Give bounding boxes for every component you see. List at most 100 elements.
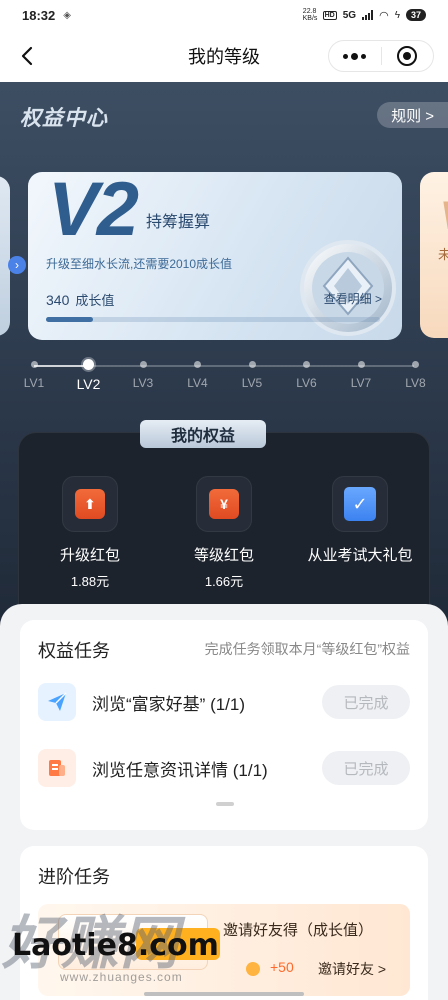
growth-progress-bar	[46, 317, 380, 322]
battery-level: 37	[405, 9, 426, 21]
task-row: 浏览“富家好基” (1/1) 已完成	[38, 682, 410, 722]
invite-friends-link[interactable]: 邀请好友 >	[318, 959, 386, 979]
previous-level-card[interactable]	[0, 176, 10, 336]
level-dot	[248, 361, 256, 368]
network-speed: 22.8 KB/s	[302, 8, 318, 22]
watermark-site: Laotie8.com	[12, 928, 219, 963]
more-dot-icon	[343, 53, 349, 59]
benefit-upgrade-redpacket[interactable]: ⬆ 升级红包 1.88元	[44, 476, 136, 590]
advanced-title: 进阶任务	[38, 867, 110, 887]
benefit-level-redpacket[interactable]: ¥ 等级红包 1.66元	[178, 476, 270, 590]
close-button[interactable]	[381, 46, 433, 66]
level-step-lv7[interactable]: LV7	[341, 358, 381, 390]
more-button[interactable]	[329, 52, 381, 60]
level-step-lv5[interactable]: LV5	[232, 358, 272, 390]
wifi-icon: ◠	[379, 9, 389, 22]
watermark-url: www.zhuanges.com	[60, 970, 183, 984]
tasks-subtitle: 完成任务领取本月“等级红包”权益	[204, 641, 410, 657]
hd-badge: HD	[322, 10, 337, 20]
level-code: V2	[48, 172, 139, 252]
net-type: 5G	[342, 9, 357, 21]
next-level-card[interactable]: V 未	[420, 172, 448, 338]
coin-icon	[246, 962, 260, 976]
level-redpacket-icon: ¥	[209, 489, 239, 519]
task-progress: (1/1)	[232, 760, 268, 780]
paper-plane-icon	[38, 683, 76, 721]
page-title: 我的等级	[188, 47, 260, 67]
growth-value: 340	[46, 292, 70, 308]
task-progress: (1/1)	[210, 694, 246, 714]
benefit-tasks-card: 权益任务 完成任务领取本月“等级红包”权益 浏览“富家好基” (1/1) 已完成…	[20, 620, 428, 830]
benefits-hero: 权益中心 规则 > › V 未 V2 持筹握算 升级至细水长流,还需要2010成…	[0, 82, 448, 642]
level-dot	[303, 361, 310, 368]
level-name: 持筹握算	[146, 214, 211, 231]
level-medal-icon	[300, 240, 396, 336]
level-label: LV1	[23, 376, 45, 390]
hero-title: 权益中心	[20, 107, 108, 130]
signal-icon	[362, 10, 374, 20]
speed-unit: KB/s	[302, 15, 318, 22]
task-name: 浏览任意资讯详情 (1/1)	[92, 756, 268, 781]
upgrade-redpacket-icon: ⬆	[75, 489, 105, 519]
status-time: 18:32	[22, 7, 56, 23]
upgrade-hint: 升级至细水长流,还需要2010成长值	[46, 257, 233, 271]
task-name: 浏览“富家好基” (1/1)	[92, 690, 245, 715]
benefit-label: 从业考试大礼包	[307, 547, 413, 564]
news-icon	[38, 749, 76, 787]
more-dot-icon	[351, 52, 359, 60]
benefit-icon-frame: ¥	[196, 476, 252, 532]
next-level-text: 未	[438, 247, 448, 262]
status-indicators: 22.8 KB/s HD 5G ◠ ϟ 37	[303, 8, 426, 22]
scroll-indicator	[216, 802, 234, 806]
level-label: LV2	[76, 376, 101, 392]
rules-button[interactable]: 规则 >	[377, 102, 448, 128]
level-dot	[357, 361, 365, 368]
exam-gift-icon: ✓	[344, 487, 376, 521]
level-dot	[139, 361, 147, 368]
charging-icon: ϟ	[394, 9, 400, 21]
more-dot-icon	[361, 53, 367, 59]
benefit-exam-gift[interactable]: ✓ 从业考试大礼包	[300, 476, 420, 571]
level-dot	[83, 359, 94, 370]
benefit-label: 等级红包	[193, 547, 254, 564]
benefit-value: 1.88元	[70, 574, 110, 589]
benefit-icon-frame: ✓	[332, 476, 388, 532]
tasks-title: 权益任务	[38, 641, 110, 661]
benefit-value: 1.66元	[204, 574, 244, 589]
level-step-lv3[interactable]: LV3	[123, 358, 163, 390]
chevron-right-icon[interactable]: ›	[8, 256, 26, 274]
nav-bar: 我的等级	[0, 30, 448, 82]
task-completed-button[interactable]: 已完成	[322, 685, 410, 719]
task-completed-button[interactable]: 已完成	[322, 751, 410, 785]
task-name-text: 浏览“富家好基”	[92, 694, 206, 714]
target-close-icon	[397, 46, 418, 66]
level-label: LV4	[187, 376, 208, 390]
view-detail-link[interactable]: 查看明细 >	[324, 290, 382, 307]
level-label: LV3	[132, 376, 154, 390]
level-label: LV6	[296, 376, 317, 390]
task-row: 浏览任意资讯详情 (1/1) 已完成	[38, 748, 410, 788]
level-step-lv1[interactable]: LV1	[14, 358, 54, 390]
invite-bonus: +50	[270, 959, 294, 975]
level-step-lv6[interactable]: LV6	[287, 358, 327, 390]
level-step-lv8[interactable]: LV8	[396, 358, 436, 390]
benefit-label: 升级红包	[59, 547, 120, 564]
level-step-lv4[interactable]: LV4	[178, 358, 218, 390]
status-bar: 18:32 ◈ 22.8 KB/s HD 5G ◠ ϟ 37	[0, 0, 448, 30]
home-indicator[interactable]	[144, 992, 304, 996]
level-label: LV7	[350, 376, 372, 390]
growth-label: 成长值	[75, 293, 115, 308]
level-dot	[194, 361, 201, 368]
next-level-mark: V	[440, 194, 448, 239]
level-dot	[30, 361, 38, 368]
back-icon[interactable]	[16, 44, 40, 68]
task-name-text: 浏览任意资讯详情	[92, 760, 228, 780]
level-dot	[412, 361, 419, 368]
level-label: LV8	[405, 376, 426, 390]
benefit-icon-frame: ⬆	[62, 476, 118, 532]
mini-program-capsule	[328, 40, 434, 72]
level-label: LV5	[241, 376, 263, 390]
level-step-lv2[interactable]: LV2	[69, 358, 109, 392]
growth-value-row: 340 成长值	[46, 290, 114, 309]
speed-value: 22.8	[302, 8, 317, 15]
